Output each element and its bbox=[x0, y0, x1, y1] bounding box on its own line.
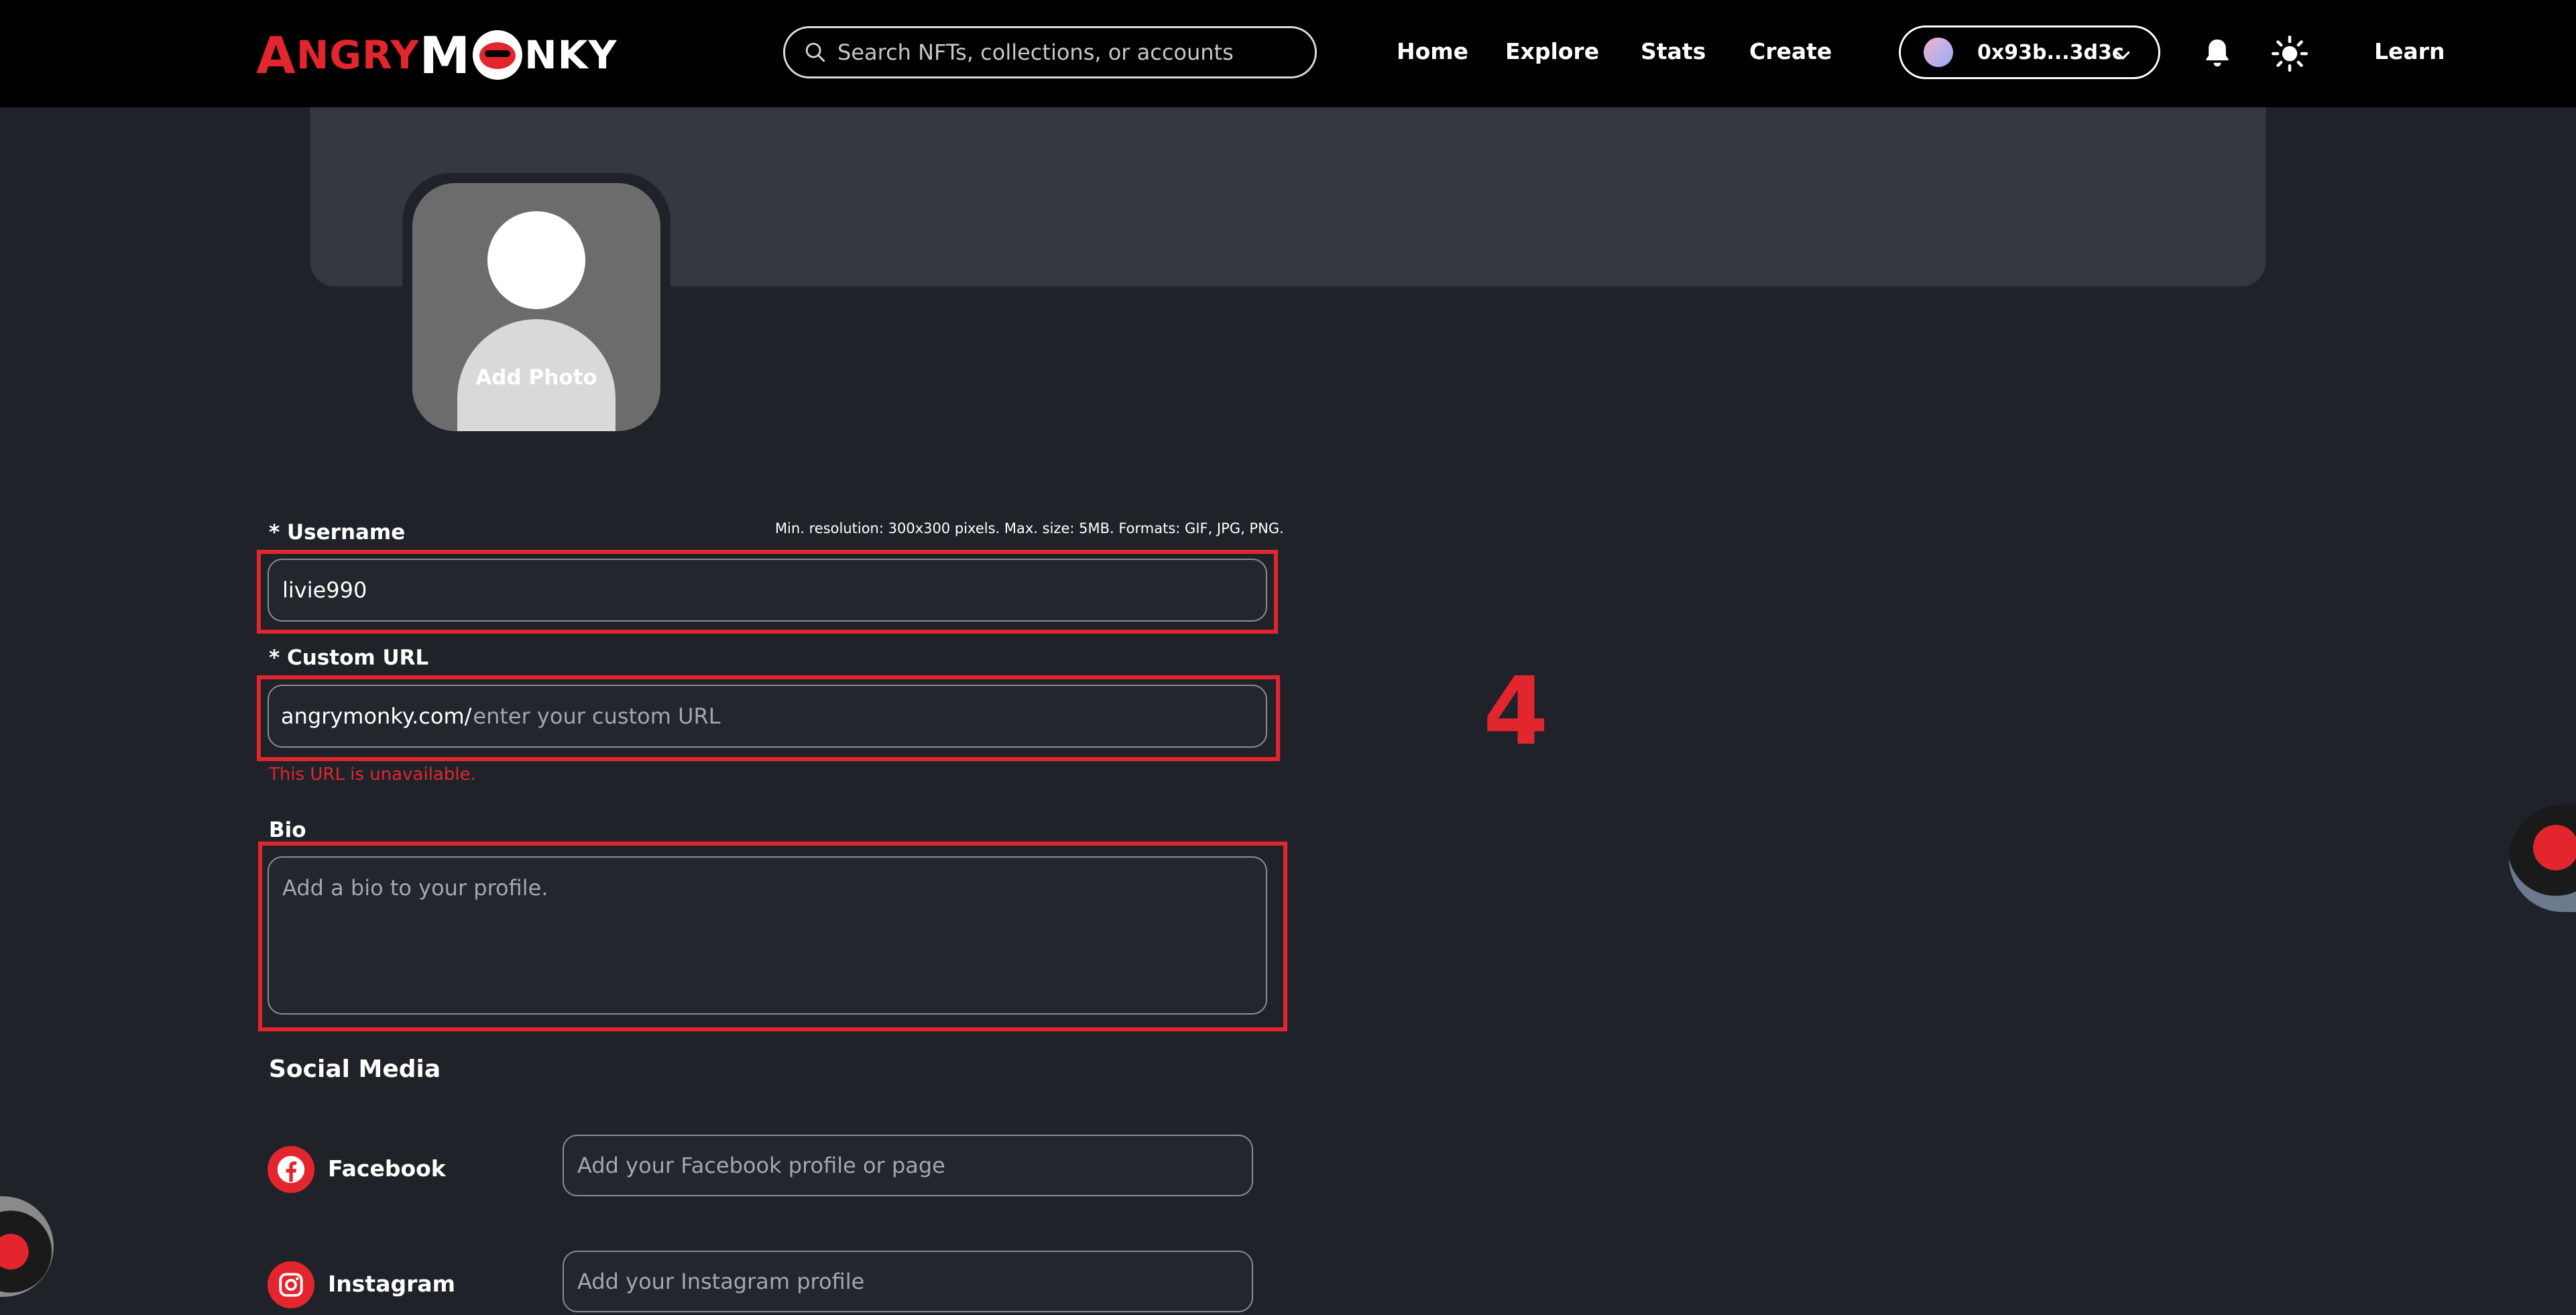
facebook-label: Facebook bbox=[328, 1155, 446, 1182]
custom-url-label: * Custom URL bbox=[269, 646, 429, 670]
username-label: * Username bbox=[269, 520, 406, 545]
add-photo-label: Add Photo bbox=[475, 365, 597, 390]
instagram-icon bbox=[268, 1261, 314, 1308]
social-media-heading: Social Media bbox=[269, 1055, 441, 1083]
angrymonky-logo[interactable]: A NGRY M NKY bbox=[256, 25, 618, 85]
wallet-avatar bbox=[1924, 38, 1953, 67]
nav-create[interactable]: Create bbox=[1749, 38, 1832, 64]
chevron-down-icon bbox=[2115, 51, 2130, 60]
bio-textarea[interactable] bbox=[281, 874, 1249, 997]
top-navigation-bar: ANGRYMNKY Home Explore Stats Create 0x93… bbox=[0, 0, 2576, 107]
theme-toggle-sun-icon[interactable] bbox=[2272, 36, 2308, 72]
nav-stats[interactable]: Stats bbox=[1641, 38, 1706, 64]
facebook-field[interactable] bbox=[563, 1135, 1253, 1196]
bio-field[interactable] bbox=[268, 856, 1267, 1015]
nav-explore[interactable]: Explore bbox=[1505, 38, 1599, 64]
instagram-field[interactable] bbox=[563, 1251, 1253, 1312]
wallet-button[interactable]: 0x93b...3d3c bbox=[1899, 25, 2160, 79]
custom-url-input[interactable] bbox=[471, 703, 1212, 730]
monkey-mascot-widget-left[interactable] bbox=[0, 1196, 54, 1297]
custom-url-prefix: angrymonky.com/ bbox=[281, 703, 472, 729]
notification-bell-icon[interactable] bbox=[2203, 37, 2232, 69]
instagram-label: Instagram bbox=[328, 1271, 456, 1297]
custom-url-error: This URL is unavailable. bbox=[269, 764, 476, 785]
search-input[interactable] bbox=[836, 39, 1295, 66]
search-icon bbox=[805, 42, 825, 62]
custom-url-field[interactable]: angrymonky.com/ bbox=[268, 685, 1267, 748]
search-bar[interactable] bbox=[783, 26, 1317, 78]
monkey-mascot-widget-right[interactable] bbox=[2509, 805, 2576, 912]
username-field[interactable] bbox=[268, 559, 1267, 622]
add-photo-button[interactable]: Add Photo bbox=[412, 183, 660, 431]
facebook-icon bbox=[268, 1146, 314, 1193]
step-number-annotation: 4 bbox=[1483, 657, 1549, 766]
username-input[interactable] bbox=[281, 577, 1249, 604]
instagram-input[interactable] bbox=[576, 1268, 1236, 1295]
facebook-input[interactable] bbox=[576, 1152, 1236, 1179]
monkey-face-icon bbox=[473, 30, 523, 80]
image-requirements-hint: Min. resolution: 300x300 pixels. Max. si… bbox=[775, 520, 1284, 536]
avatar-placeholder-head bbox=[487, 211, 585, 309]
nav-home[interactable]: Home bbox=[1397, 38, 1468, 64]
bio-label: Bio bbox=[269, 818, 306, 842]
wallet-address: 0x93b...3d3c bbox=[1977, 40, 2124, 64]
nav-learn[interactable]: Learn bbox=[2374, 38, 2445, 64]
